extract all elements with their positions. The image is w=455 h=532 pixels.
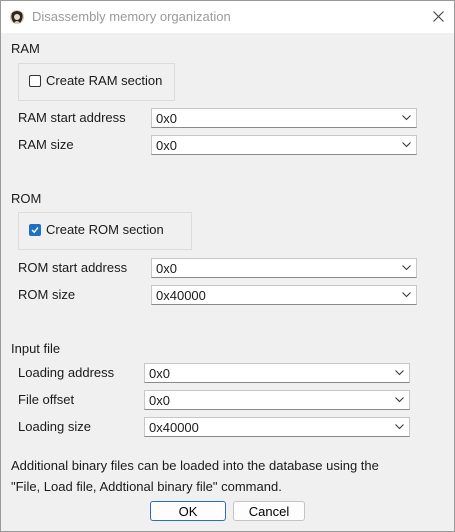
loading-size-label: Loading size bbox=[18, 419, 91, 434]
window-title: Disassembly memory organization bbox=[32, 9, 231, 24]
loading-address-combo[interactable]: 0x0 bbox=[144, 363, 410, 383]
chevron-down-icon bbox=[402, 115, 411, 121]
note-line-1: Additional binary files can be loaded in… bbox=[11, 458, 379, 473]
ram-size-combo[interactable]: 0x0 bbox=[151, 135, 417, 155]
rom-start-address-value: 0x0 bbox=[156, 261, 177, 276]
file-offset-combo[interactable]: 0x0 bbox=[144, 390, 410, 410]
chevron-down-icon bbox=[395, 397, 404, 403]
ram-size-value: 0x0 bbox=[156, 138, 177, 153]
cancel-button[interactable]: Cancel bbox=[233, 501, 305, 521]
title-bar[interactable]: Disassembly memory organization bbox=[1, 1, 454, 33]
note-line-2: "File, Load file, Addtional binary file"… bbox=[11, 479, 282, 494]
ram-start-address-combo[interactable]: 0x0 bbox=[151, 108, 417, 128]
ram-start-address-value: 0x0 bbox=[156, 111, 177, 126]
chevron-down-icon bbox=[395, 370, 404, 376]
create-ram-checkbox[interactable] bbox=[29, 75, 41, 87]
rom-start-address-combo[interactable]: 0x0 bbox=[151, 258, 417, 278]
rom-size-value: 0x40000 bbox=[156, 288, 206, 303]
chevron-down-icon bbox=[402, 265, 411, 271]
ram-size-label: RAM size bbox=[18, 137, 74, 152]
file-offset-value: 0x0 bbox=[149, 393, 170, 408]
checkmark-icon bbox=[31, 227, 39, 234]
rom-section-label: ROM bbox=[11, 191, 42, 206]
rom-size-label: ROM size bbox=[18, 287, 76, 302]
input-file-section-label: Input file bbox=[11, 341, 61, 356]
dialog-window: Disassembly memory organization RAM Crea… bbox=[0, 0, 455, 532]
rom-size-combo[interactable]: 0x40000 bbox=[151, 285, 417, 305]
chevron-down-icon bbox=[402, 292, 411, 298]
ram-start-address-label: RAM start address bbox=[18, 110, 126, 125]
close-button[interactable] bbox=[424, 1, 454, 33]
rom-create-group: Create ROM section bbox=[18, 212, 192, 250]
loading-size-value: 0x40000 bbox=[149, 420, 199, 435]
create-ram-label[interactable]: Create RAM section bbox=[46, 73, 162, 88]
ram-section-label: RAM bbox=[11, 41, 40, 56]
file-offset-label: File offset bbox=[18, 392, 75, 407]
ram-create-group: Create RAM section bbox=[18, 63, 175, 101]
loading-size-combo[interactable]: 0x40000 bbox=[144, 417, 410, 437]
create-rom-label[interactable]: Create ROM section bbox=[46, 222, 164, 237]
chevron-down-icon bbox=[402, 142, 411, 148]
loading-address-label: Loading address bbox=[18, 365, 115, 380]
loading-address-value: 0x0 bbox=[149, 366, 170, 381]
create-rom-checkbox[interactable] bbox=[29, 224, 41, 236]
ida-icon bbox=[9, 9, 25, 25]
close-icon bbox=[433, 11, 444, 22]
chevron-down-icon bbox=[395, 424, 404, 430]
rom-start-address-label: ROM start address bbox=[18, 260, 128, 275]
ok-button[interactable]: OK bbox=[150, 501, 226, 521]
